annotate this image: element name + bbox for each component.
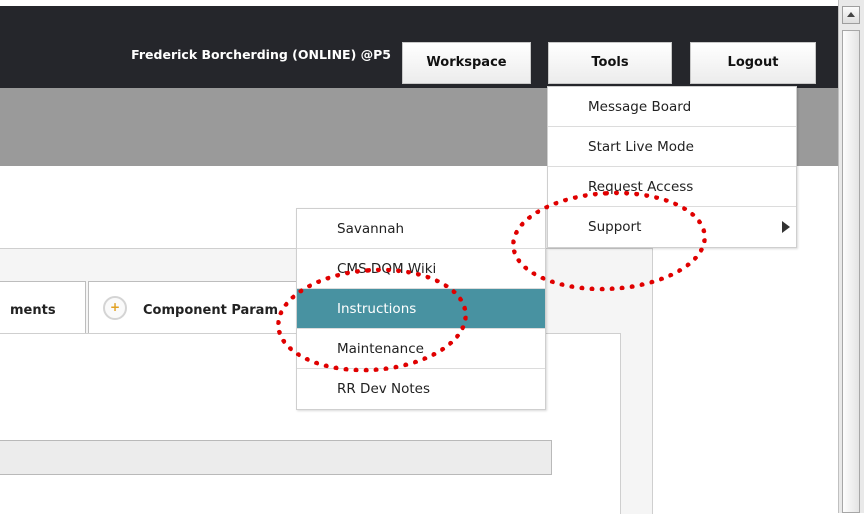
user-status-label: Frederick Borcherding (ONLINE) @P5 (131, 47, 391, 62)
menu-item-support[interactable]: Support (548, 207, 796, 247)
app-frame: Frederick Borcherding (ONLINE) @P5 Works… (0, 0, 838, 514)
tools-dropdown-menu: Message Board Start Live Mode Request Ac… (547, 86, 797, 248)
tools-button[interactable]: Tools (548, 42, 672, 84)
menu-item-start-live-mode[interactable]: Start Live Mode (548, 127, 796, 167)
tab-component-parameters[interactable]: + Component Param (88, 281, 308, 337)
tab-component-parameters-label: Component Param (143, 303, 279, 318)
menu-item-instructions[interactable]: Instructions (297, 289, 545, 329)
tab-documents-label: ments (10, 303, 56, 318)
logout-button[interactable]: Logout (690, 42, 816, 84)
text-input-field[interactable] (0, 440, 552, 475)
scrollbar-track[interactable] (842, 30, 860, 513)
menu-item-rr-dev-notes[interactable]: RR Dev Notes (297, 369, 545, 409)
workspace-button[interactable]: Workspace (402, 42, 531, 84)
scroll-up-arrow-icon[interactable] (842, 6, 860, 24)
menu-item-cms-dqm-wiki[interactable]: CMS DQM Wiki (297, 249, 545, 289)
menu-item-request-access[interactable]: Request Access (548, 167, 796, 207)
menu-item-maintenance[interactable]: Maintenance (297, 329, 545, 369)
tab-documents[interactable]: ments (0, 281, 86, 337)
vertical-scrollbar[interactable] (838, 0, 864, 513)
menu-item-savannah[interactable]: Savannah (297, 209, 545, 249)
support-submenu: Savannah CMS DQM Wiki Instructions Maint… (296, 208, 546, 410)
menu-item-support-label: Support (588, 219, 642, 235)
menu-item-message-board[interactable]: Message Board (548, 87, 796, 127)
plus-circle-icon: + (103, 296, 127, 320)
submenu-arrow-icon (782, 221, 790, 233)
